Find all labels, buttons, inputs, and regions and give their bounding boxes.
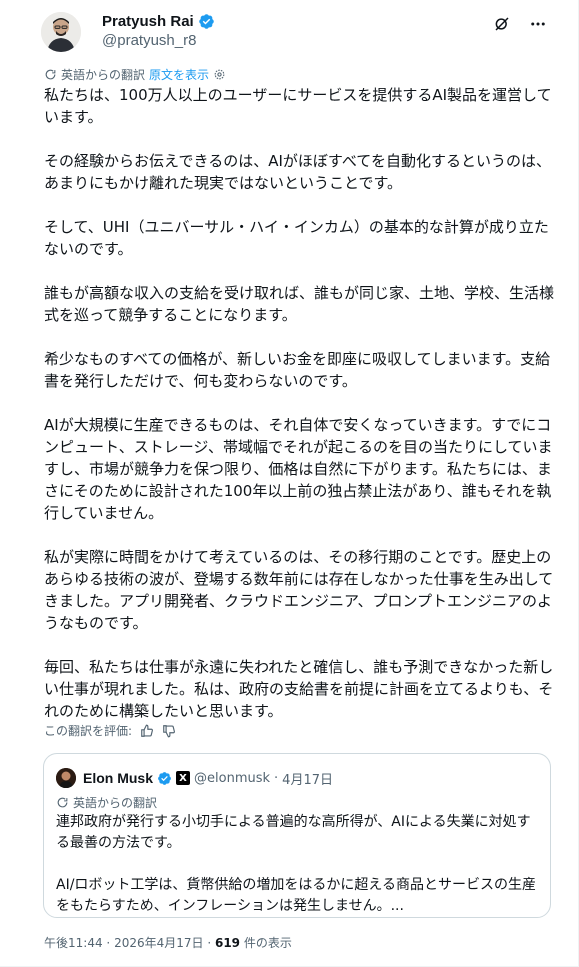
- more-icon[interactable]: [528, 14, 548, 34]
- quoted-author-display-name: Elon Musk: [83, 770, 154, 786]
- quoted-tweet-header: Elon Musk X @elonmusk · 4月17日: [56, 768, 333, 788]
- x-affiliate-badge-icon: X: [176, 771, 191, 785]
- settings-gear-icon[interactable]: [213, 68, 226, 81]
- tweet-date[interactable]: 2026年4月17日: [114, 936, 203, 950]
- quoted-tweet-text: 連邦政府が発行する小切手による普遍的な高所得が、AIによる失業に対処する最善の方…: [56, 812, 541, 938]
- translation-bar: 英語からの翻訳 原文を表示: [44, 66, 226, 83]
- verified-badge-icon: [198, 14, 214, 29]
- tweet-paragraph: 私たちは、100万人以上のユーザーにサービスを提供するAI製品を運営しています。: [44, 86, 552, 126]
- quoted-translation-bar: 英語からの翻訳: [56, 794, 157, 811]
- tweet-time[interactable]: 午後11:44: [44, 936, 103, 950]
- tweet-paragraph: 毎回、私たちは仕事が永遠に失われたと確信し、誰も予測できなかった新しい仕事が現れ…: [44, 658, 554, 720]
- author-avatar[interactable]: [41, 12, 81, 52]
- quoted-tweet-date: 4月17日: [282, 772, 333, 788]
- quoted-paragraph: AI/ロボット工学は、貨幣供給の増加をはるかに超える商品とサービスの生産をもたら…: [56, 877, 537, 914]
- translate-icon: [57, 797, 68, 808]
- tweet-meta: 午後11:44 · 2026年4月17日 · 619 件の表示: [44, 934, 292, 951]
- separator-dot: ·: [207, 936, 215, 950]
- rate-translation-label: この翻訳を評価:: [44, 724, 133, 738]
- separator-dot: ·: [106, 936, 115, 950]
- tweet-paragraph: 私が実際に時間をかけて考えているのは、その移行期のことです。歴史上のあらゆる技術…: [44, 548, 554, 632]
- author-handle[interactable]: @pratyush_r8: [102, 32, 215, 49]
- tweet-paragraph: 希少なものすべての価格が、新しいお金を即座に吸収してしまいます。支給書を発行した…: [44, 350, 551, 390]
- rate-translation: この翻訳を評価:: [44, 722, 176, 739]
- tweet-paragraph: その経験からお伝えできるのは、AIがほぼすべてを自動化するというのは、あまりにも…: [44, 152, 551, 192]
- quoted-author-handle: @elonmusk: [194, 770, 271, 786]
- separator-dot: ·: [274, 770, 279, 786]
- tweet-text: 私たちは、100万人以上のユーザーにサービスを提供するAI製品を運営しています。…: [44, 84, 554, 744]
- thumbs-down-icon[interactable]: [162, 724, 176, 738]
- tweet-paragraph: AIが大規模に生産できるものは、それ自体で安くなっていきます。すでにコンピュート…: [44, 416, 553, 522]
- quoted-author-avatar: [56, 768, 76, 788]
- author-display-name[interactable]: Pratyush Rai: [102, 13, 194, 30]
- quoted-tweet[interactable]: Elon Musk X @elonmusk · 4月17日 英語からの翻訳 連邦…: [43, 753, 551, 918]
- grok-icon[interactable]: [492, 14, 512, 34]
- views-count: 619: [214, 936, 241, 950]
- quoted-paragraph: 連邦政府が発行する小切手による普遍的な高所得が、AIによる失業に対処する最善の方…: [56, 814, 531, 851]
- translate-icon: [45, 69, 56, 80]
- show-original-link[interactable]: 原文を表示: [149, 66, 209, 83]
- verified-badge-icon: [158, 771, 171, 785]
- header-actions: [492, 14, 548, 34]
- tweet-paragraph: そして、UHI（ユニバーサル・ハイ・インカム）の基本的な計算が成り立たないのです…: [44, 218, 549, 258]
- views-label: 件の表示: [243, 936, 292, 950]
- tweet-paragraph: 誰もが高額な収入の支給を受け取れば、誰もが同じ家、土地、学校、生活様式を巡って競…: [44, 284, 555, 324]
- tweet-header: Pratyush Rai @pratyush_r8: [16, 0, 562, 64]
- author-names: Pratyush Rai @pratyush_r8: [102, 13, 215, 49]
- tweet-detail: Pratyush Rai @pratyush_r8 英語からの翻訳 原文を表示 …: [0, 0, 579, 967]
- thumbs-up-icon[interactable]: [140, 724, 154, 738]
- translation-label: 英語からの翻訳: [61, 68, 146, 82]
- quoted-translation-label: 英語からの翻訳: [73, 796, 158, 810]
